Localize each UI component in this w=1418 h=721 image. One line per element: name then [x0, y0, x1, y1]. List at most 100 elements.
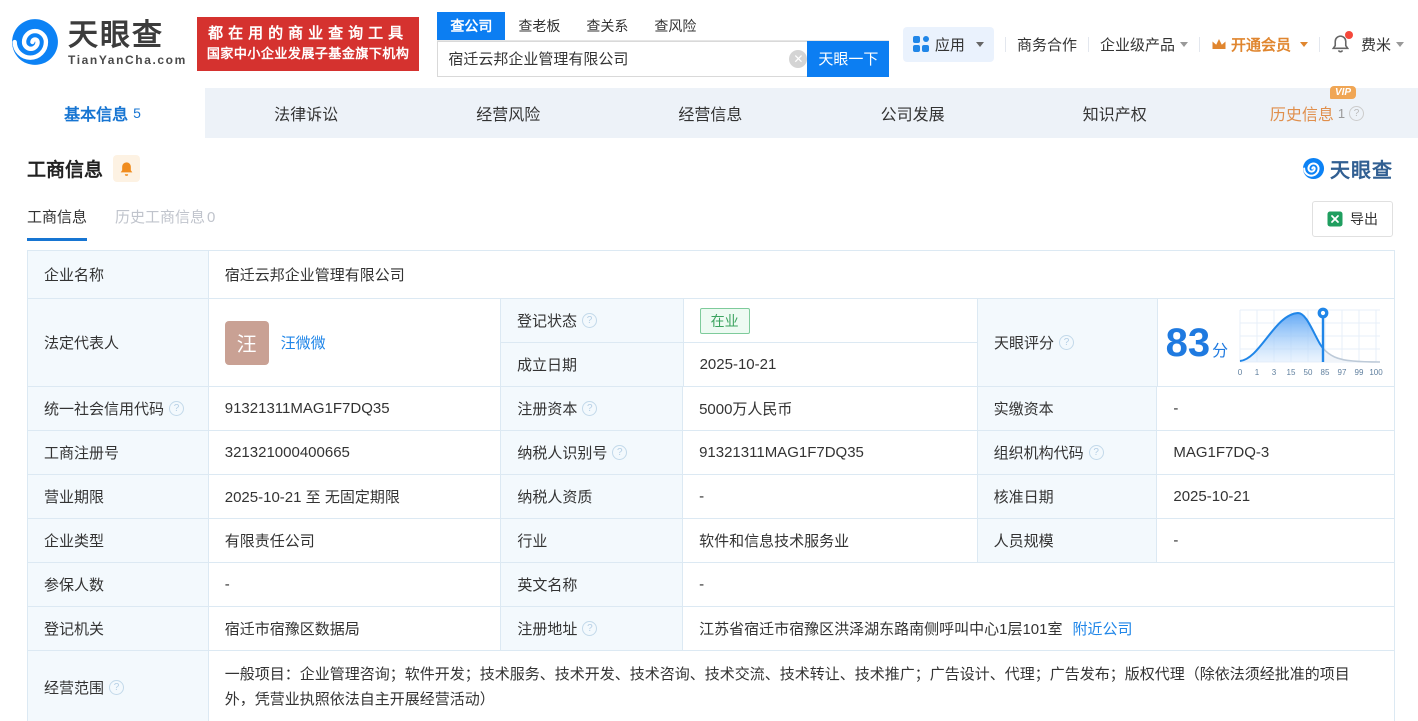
registration-info-table: 企业名称 宿迁云邦企业管理有限公司 法定代表人 汪 汪微微 登记状态 ? 在业	[27, 250, 1395, 721]
tianyancha-swirl-icon	[1302, 157, 1325, 180]
tab-business-info[interactable]: 经营信息	[609, 88, 811, 138]
chevron-down-icon	[1300, 42, 1308, 47]
tab-label: 基本信息	[64, 101, 128, 125]
registration-subtabs: 工商信息 历史工商信息0	[27, 206, 215, 241]
field-label: 登记机关	[28, 607, 208, 650]
username-label: 费米	[1361, 34, 1391, 55]
tianyancha-logo[interactable]: 天眼查 TianYanCha.com	[10, 17, 187, 72]
reg-number-value: 321321000400665	[208, 431, 501, 474]
notifications-bell[interactable]	[1331, 34, 1350, 54]
open-vip-menu[interactable]: 开通会员	[1211, 34, 1308, 55]
help-icon[interactable]: ?	[1089, 445, 1104, 460]
score-unit: 分	[1212, 337, 1228, 361]
field-label: 企业类型	[28, 519, 208, 562]
subtab-history-registration[interactable]: 历史工商信息0	[115, 206, 215, 241]
business-scope-value: 一般项目：企业管理咨询；软件开发；技术服务、技术开发、技术咨询、技术交流、技术转…	[208, 651, 1394, 721]
reg-capital-value: 5000万人民币	[682, 387, 977, 430]
field-label: 经营范围 ?	[28, 651, 208, 721]
field-label-text: 经营范围	[44, 677, 104, 698]
logo-domain: TianYanCha.com	[68, 53, 187, 67]
tab-intellectual-property[interactable]: 知识产权	[1014, 88, 1216, 138]
tab-label: 公司发展	[881, 101, 945, 125]
industry-value: 软件和信息技术服务业	[682, 519, 977, 562]
svg-text:3: 3	[1272, 368, 1277, 377]
search-button[interactable]: 天眼一下	[807, 41, 889, 77]
divider	[1319, 37, 1320, 52]
field-label: 纳税人资质	[500, 475, 682, 518]
help-icon[interactable]: ?	[1349, 106, 1364, 121]
tab-basic-info[interactable]: 基本信息 5	[0, 88, 205, 138]
business-cooperation-link[interactable]: 商务合作	[1017, 34, 1077, 55]
field-label-text: 纳税人识别号	[517, 442, 607, 463]
search-tab-boss[interactable]: 查老板	[505, 12, 573, 40]
table-row: 企业名称 宿迁云邦企业管理有限公司	[28, 251, 1394, 298]
field-label: 统一社会信用代码 ?	[28, 387, 208, 430]
search-tab-relation[interactable]: 查关系	[573, 12, 641, 40]
nearby-companies-link[interactable]: 附近公司	[1072, 618, 1132, 639]
tab-label: 历史信息	[1270, 101, 1334, 125]
field-label: 营业期限	[28, 475, 208, 518]
help-icon[interactable]: ?	[169, 401, 184, 416]
search-tab-company[interactable]: 查公司	[437, 12, 505, 40]
field-label: 行业	[500, 519, 682, 562]
svg-text:97: 97	[1338, 368, 1347, 377]
legal-rep-cell: 汪 汪微微	[208, 299, 500, 386]
company-detail-tabs: 基本信息 5 法律诉讼 经营风险 经营信息 公司发展 知识产权 VIP 历史信息…	[0, 88, 1418, 138]
section-title: 工商信息	[27, 155, 103, 182]
field-label: 注册资本 ?	[500, 387, 682, 430]
staff-size-value: -	[1156, 519, 1394, 562]
tab-label: 经营信息	[678, 101, 742, 125]
table-row: 企业类型 有限责任公司 行业 软件和信息技术服务业 人员规模 -	[28, 518, 1394, 562]
top-header: 天眼查 TianYanCha.com 都在用的商业查询工具 国家中小企业发展子基…	[0, 0, 1418, 88]
tianyancha-swirl-icon	[10, 17, 60, 72]
tianyancha-watermark: 天眼查	[1302, 154, 1393, 183]
excel-icon	[1327, 211, 1343, 227]
tab-label: 法律诉讼	[274, 101, 338, 125]
subtab-current-registration[interactable]: 工商信息	[27, 206, 87, 241]
field-label: 参保人数	[28, 563, 208, 606]
export-button[interactable]: 导出	[1312, 201, 1393, 237]
brand-slogan: 都在用的商业查询工具 国家中小企业发展子基金旗下机构	[197, 17, 420, 71]
field-label-text: 组织机构代码	[994, 442, 1084, 463]
field-label-text: 注册地址	[517, 618, 577, 639]
legal-rep-link[interactable]: 汪微微	[281, 332, 326, 353]
field-label-text: 登记状态	[517, 310, 577, 331]
field-label: 组织机构代码 ?	[977, 431, 1157, 474]
field-label: 英文名称	[500, 563, 682, 606]
tab-label: 经营风险	[476, 101, 540, 125]
apps-menu[interactable]: 应用	[903, 27, 994, 62]
svg-text:99: 99	[1355, 368, 1364, 377]
tab-legal-proceedings[interactable]: 法律诉讼	[205, 88, 407, 138]
score-value: 83	[1166, 323, 1211, 363]
field-label: 企业名称	[28, 251, 208, 298]
paid-capital-value: -	[1156, 387, 1394, 430]
taxpayer-qualification-value: -	[682, 475, 977, 518]
approval-date-value: 2025-10-21	[1156, 475, 1394, 518]
tab-company-development[interactable]: 公司发展	[812, 88, 1014, 138]
help-icon[interactable]: ?	[582, 401, 597, 416]
reg-address-value: 江苏省宿迁市宿豫区洪泽湖东路南侧呼叫中心1层101室	[699, 618, 1062, 639]
help-icon[interactable]: ?	[582, 313, 597, 328]
help-icon[interactable]: ?	[612, 445, 627, 460]
help-icon[interactable]: ?	[582, 621, 597, 636]
tab-history-info[interactable]: VIP 历史信息 1 ?	[1216, 88, 1418, 138]
help-icon[interactable]: ?	[1059, 335, 1074, 350]
tab-count: 1	[1338, 106, 1345, 121]
clear-search-icon[interactable]: ✕	[789, 50, 807, 68]
svg-text:15: 15	[1287, 368, 1296, 377]
field-label: 注册地址 ?	[500, 607, 682, 650]
insured-count-value: -	[208, 563, 501, 606]
search-tab-risk[interactable]: 查风险	[641, 12, 709, 40]
business-term-value: 2025-10-21 至 无固定期限	[208, 475, 501, 518]
tab-operational-risk[interactable]: 经营风险	[407, 88, 609, 138]
search-input[interactable]	[437, 41, 815, 77]
field-label: 人员规模	[977, 519, 1157, 562]
table-row: 经营范围 ? 一般项目：企业管理咨询；软件开发；技术服务、技术开发、技术咨询、技…	[28, 650, 1394, 721]
status-badge: 在业	[700, 308, 750, 334]
user-menu[interactable]: 费米	[1361, 34, 1404, 55]
monitor-bell-button[interactable]	[113, 155, 140, 182]
enterprise-products-menu[interactable]: 企业级产品	[1100, 34, 1188, 55]
help-icon[interactable]: ?	[109, 680, 124, 695]
field-label: 纳税人识别号 ?	[500, 431, 682, 474]
slogan-line1: 都在用的商业查询工具	[207, 24, 410, 44]
